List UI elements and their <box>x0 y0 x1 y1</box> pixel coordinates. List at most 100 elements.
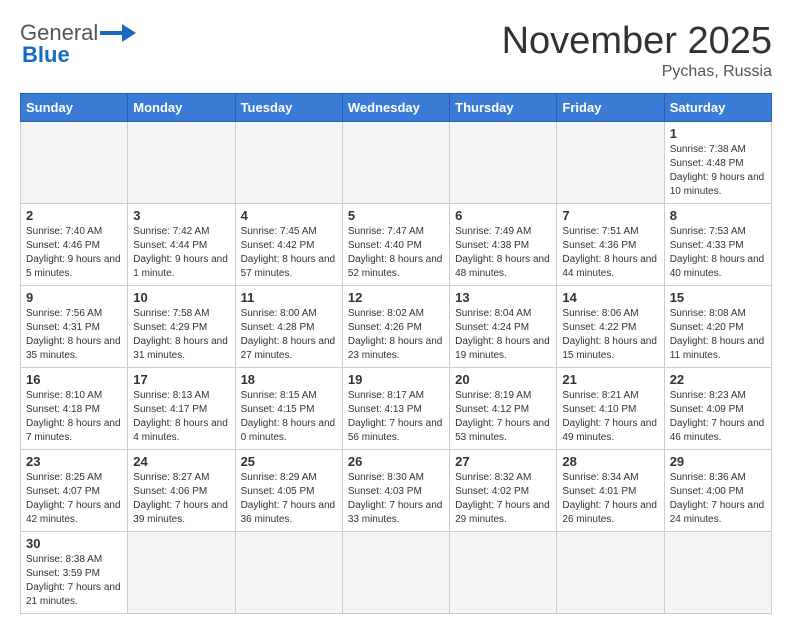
day-cell-5-4 <box>450 532 557 614</box>
day-number: 14 <box>562 290 658 305</box>
day-cell-4-6: 29 Sunrise: 8:36 AM Sunset: 4:00 PM Dayli… <box>664 450 771 532</box>
day-info: Sunrise: 8:10 AM Sunset: 4:18 PM Dayligh… <box>26 389 122 445</box>
week-row-2: 9 Sunrise: 7:56 AM Sunset: 4:31 PM Daylig… <box>21 286 772 368</box>
day-cell-0-6: 1 Sunrise: 7:38 AM Sunset: 4:48 PM Daylig… <box>664 122 771 204</box>
day-number: 5 <box>348 208 444 223</box>
header-wednesday: Wednesday <box>342 94 449 122</box>
day-cell-5-5 <box>557 532 664 614</box>
week-row-1: 2 Sunrise: 7:40 AM Sunset: 4:46 PM Daylig… <box>21 204 772 286</box>
day-info: Sunrise: 8:38 AM Sunset: 3:59 PM Dayligh… <box>26 553 122 609</box>
day-cell-1-5: 7 Sunrise: 7:51 AM Sunset: 4:36 PM Daylig… <box>557 204 664 286</box>
day-number: 11 <box>241 290 337 305</box>
week-row-4: 23 Sunrise: 8:25 AM Sunset: 4:07 PM Dayli… <box>21 450 772 532</box>
day-cell-1-1: 3 Sunrise: 7:42 AM Sunset: 4:44 PM Daylig… <box>128 204 235 286</box>
day-number: 28 <box>562 454 658 469</box>
day-number: 12 <box>348 290 444 305</box>
day-cell-1-2: 4 Sunrise: 7:45 AM Sunset: 4:42 PM Daylig… <box>235 204 342 286</box>
day-info: Sunrise: 8:30 AM Sunset: 4:03 PM Dayligh… <box>348 471 444 527</box>
day-cell-2-3: 12 Sunrise: 8:02 AM Sunset: 4:26 PM Dayli… <box>342 286 449 368</box>
day-number: 21 <box>562 372 658 387</box>
day-number: 10 <box>133 290 229 305</box>
day-info: Sunrise: 7:40 AM Sunset: 4:46 PM Dayligh… <box>26 225 122 281</box>
logo: General Blue <box>20 20 136 68</box>
day-cell-2-1: 10Sunrise: 7:58 AM Sunset: 4:29 PM Dayli… <box>128 286 235 368</box>
day-number: 27 <box>455 454 551 469</box>
day-cell-3-3: 19 Sunrise: 8:17 AM Sunset: 4:13 PM Dayli… <box>342 368 449 450</box>
day-info: Sunrise: 7:42 AM Sunset: 4:44 PM Dayligh… <box>133 225 229 281</box>
day-cell-4-2: 25Sunrise: 8:29 AM Sunset: 4:05 PM Dayli… <box>235 450 342 532</box>
day-info: Sunrise: 8:32 AM Sunset: 4:02 PM Dayligh… <box>455 471 551 527</box>
header-thursday: Thursday <box>450 94 557 122</box>
day-cell-2-2: 11 Sunrise: 8:00 AM Sunset: 4:28 PM Dayli… <box>235 286 342 368</box>
day-number: 17 <box>133 372 229 387</box>
week-row-5: 30 Sunrise: 8:38 AM Sunset: 3:59 PM Dayli… <box>21 532 772 614</box>
day-info: Sunrise: 8:04 AM Sunset: 4:24 PM Dayligh… <box>455 307 551 363</box>
day-cell-1-0: 2 Sunrise: 7:40 AM Sunset: 4:46 PM Daylig… <box>21 204 128 286</box>
day-number: 1 <box>670 126 766 141</box>
location: Pychas, Russia <box>502 63 772 81</box>
day-cell-0-1 <box>128 122 235 204</box>
day-info: Sunrise: 8:25 AM Sunset: 4:07 PM Dayligh… <box>26 471 122 527</box>
day-number: 19 <box>348 372 444 387</box>
day-number: 26 <box>348 454 444 469</box>
day-number: 22 <box>670 372 766 387</box>
day-cell-4-4: 27 Sunrise: 8:32 AM Sunset: 4:02 PM Dayli… <box>450 450 557 532</box>
day-number: 8 <box>670 208 766 223</box>
day-number: 29 <box>670 454 766 469</box>
day-info: Sunrise: 8:15 AM Sunset: 4:15 PM Dayligh… <box>241 389 337 445</box>
day-cell-0-2 <box>235 122 342 204</box>
day-cell-0-3 <box>342 122 449 204</box>
day-cell-3-4: 20 Sunrise: 8:19 AM Sunset: 4:12 PM Dayli… <box>450 368 557 450</box>
day-cell-3-0: 16 Sunrise: 8:10 AM Sunset: 4:18 PM Dayli… <box>21 368 128 450</box>
day-info: Sunrise: 8:13 AM Sunset: 4:17 PM Dayligh… <box>133 389 229 445</box>
day-cell-1-6: 8 Sunrise: 7:53 AM Sunset: 4:33 PM Daylig… <box>664 204 771 286</box>
day-info: Sunrise: 8:27 AM Sunset: 4:06 PM Dayligh… <box>133 471 229 527</box>
header-sunday: Sunday <box>21 94 128 122</box>
day-cell-0-5 <box>557 122 664 204</box>
day-number: 24 <box>133 454 229 469</box>
day-cell-5-6 <box>664 532 771 614</box>
calendar-header-row: Sunday Monday Tuesday Wednesday Thursday… <box>21 94 772 122</box>
day-info: Sunrise: 8:02 AM Sunset: 4:26 PM Dayligh… <box>348 307 444 363</box>
day-info: Sunrise: 7:38 AM Sunset: 4:48 PM Dayligh… <box>670 143 766 199</box>
day-number: 4 <box>241 208 337 223</box>
logo-arrow-icon <box>100 22 136 44</box>
day-info: Sunrise: 8:17 AM Sunset: 4:13 PM Dayligh… <box>348 389 444 445</box>
day-info: Sunrise: 8:19 AM Sunset: 4:12 PM Dayligh… <box>455 389 551 445</box>
header-monday: Monday <box>128 94 235 122</box>
day-number: 7 <box>562 208 658 223</box>
day-number: 2 <box>26 208 122 223</box>
page-header: General Blue November 2025 Pychas, Russi… <box>20 20 772 81</box>
day-cell-3-2: 18 Sunrise: 8:15 AM Sunset: 4:15 PM Dayli… <box>235 368 342 450</box>
day-info: Sunrise: 8:00 AM Sunset: 4:28 PM Dayligh… <box>241 307 337 363</box>
day-cell-0-4 <box>450 122 557 204</box>
day-number: 23 <box>26 454 122 469</box>
day-number: 18 <box>241 372 337 387</box>
day-info: Sunrise: 7:53 AM Sunset: 4:33 PM Dayligh… <box>670 225 766 281</box>
day-info: Sunrise: 7:51 AM Sunset: 4:36 PM Dayligh… <box>562 225 658 281</box>
day-cell-2-4: 13Sunrise: 8:04 AM Sunset: 4:24 PM Dayli… <box>450 286 557 368</box>
week-row-3: 16 Sunrise: 8:10 AM Sunset: 4:18 PM Dayli… <box>21 368 772 450</box>
day-cell-5-3 <box>342 532 449 614</box>
day-info: Sunrise: 8:36 AM Sunset: 4:00 PM Dayligh… <box>670 471 766 527</box>
day-number: 20 <box>455 372 551 387</box>
day-info: Sunrise: 7:56 AM Sunset: 4:31 PM Dayligh… <box>26 307 122 363</box>
day-cell-4-1: 24 Sunrise: 8:27 AM Sunset: 4:06 PM Dayli… <box>128 450 235 532</box>
day-cell-5-1 <box>128 532 235 614</box>
day-number: 3 <box>133 208 229 223</box>
day-number: 9 <box>26 290 122 305</box>
day-number: 16 <box>26 372 122 387</box>
day-info: Sunrise: 7:47 AM Sunset: 4:40 PM Dayligh… <box>348 225 444 281</box>
day-cell-2-0: 9 Sunrise: 7:56 AM Sunset: 4:31 PM Daylig… <box>21 286 128 368</box>
header-friday: Friday <box>557 94 664 122</box>
day-info: Sunrise: 8:34 AM Sunset: 4:01 PM Dayligh… <box>562 471 658 527</box>
day-info: Sunrise: 7:45 AM Sunset: 4:42 PM Dayligh… <box>241 225 337 281</box>
day-number: 15 <box>670 290 766 305</box>
day-number: 30 <box>26 536 122 551</box>
day-cell-3-5: 21Sunrise: 8:21 AM Sunset: 4:10 PM Dayli… <box>557 368 664 450</box>
calendar-table: Sunday Monday Tuesday Wednesday Thursday… <box>20 93 772 614</box>
day-cell-1-4: 6Sunrise: 7:49 AM Sunset: 4:38 PM Daylig… <box>450 204 557 286</box>
day-cell-5-0: 30 Sunrise: 8:38 AM Sunset: 3:59 PM Dayli… <box>21 532 128 614</box>
day-cell-3-1: 17 Sunrise: 8:13 AM Sunset: 4:17 PM Dayli… <box>128 368 235 450</box>
day-cell-4-0: 23 Sunrise: 8:25 AM Sunset: 4:07 PM Dayli… <box>21 450 128 532</box>
